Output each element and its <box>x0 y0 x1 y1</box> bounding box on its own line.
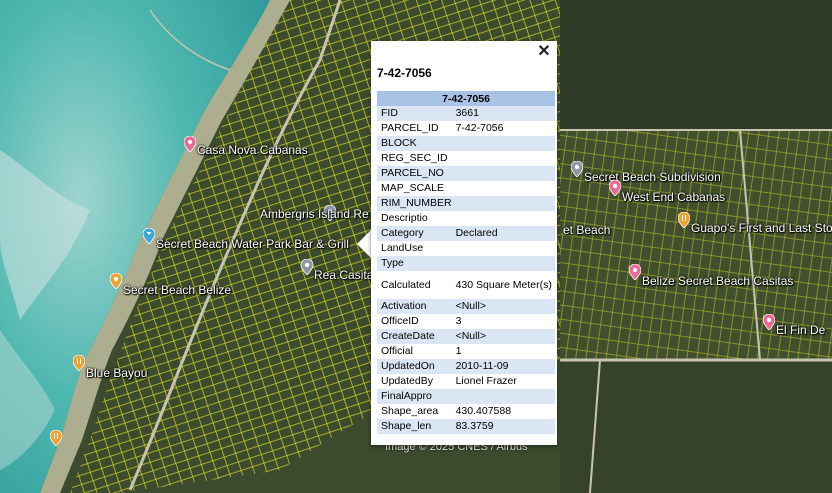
poi-label-ambergris[interactable]: Ambergris Island Re <box>260 207 369 221</box>
table-row: PARCEL_ID 7-42-7056 <box>377 121 555 136</box>
poi-label-el-fin[interactable]: El Fin De <box>776 323 825 337</box>
poi-label-secret-beach-subdivision[interactable]: Secret Beach Subdivision <box>584 170 721 184</box>
attr-key: Official <box>377 344 452 359</box>
attr-value: 7-42-7056 <box>451 121 555 136</box>
poi-label-blue-bayou[interactable]: Blue Bayou <box>86 366 147 380</box>
bar-pin-icon[interactable] <box>142 227 156 245</box>
attr-key: Shape_area <box>377 404 452 419</box>
attr-value: Lionel Frazer <box>451 374 555 389</box>
table-row: Activation <Null> <box>377 299 555 314</box>
table-row: REG_SEC_ID <box>377 151 555 166</box>
table-row: Official 1 <box>377 344 555 359</box>
popup-pointer <box>357 230 371 258</box>
poi-label-belize-secret-casitas[interactable]: Belize Secret Beach Casitas <box>642 274 793 288</box>
table-row: FinalAppro <box>377 389 555 404</box>
poi-label-water-park[interactable]: Secret Beach Water Park Bar & Grill <box>156 237 349 251</box>
restaurant-pin-icon[interactable] <box>677 211 691 229</box>
close-icon[interactable]: ✕ <box>535 43 553 61</box>
table-row: PARCEL_NO <box>377 166 555 181</box>
place-pin-icon[interactable] <box>300 258 314 276</box>
table-row: BLOCK <box>377 136 555 151</box>
hotel-pin-icon[interactable] <box>608 179 622 197</box>
table-row: Descriptio <box>377 211 555 226</box>
attraction-pin-icon[interactable] <box>109 272 123 290</box>
poi-label-secret-beach-belize[interactable]: Secret Beach Belize <box>123 283 231 297</box>
place-pin-icon[interactable] <box>570 160 584 178</box>
attr-key: Shape_len <box>377 419 452 434</box>
table-row: UpdatedBy Lionel Frazer <box>377 374 555 389</box>
attr-value: 3 <box>451 314 555 329</box>
attr-key: OfficeID <box>377 314 452 329</box>
attr-value <box>451 136 555 151</box>
restaurant-pin-icon[interactable] <box>72 354 86 372</box>
attr-value: 2010-11-09 <box>451 359 555 374</box>
hotel-pin-icon[interactable] <box>762 313 776 331</box>
hotel-pin-icon[interactable] <box>183 135 197 153</box>
attr-key: Category <box>377 226 452 241</box>
attr-key: PARCEL_ID <box>377 121 452 136</box>
table-row: Shape_area 430.407588 <box>377 404 555 419</box>
attr-key: RIM_NUMBER <box>377 196 452 211</box>
attr-value: 1 <box>451 344 555 359</box>
table-row: Calculated 430 Square Meter(s) <box>377 271 555 299</box>
popup-title: 7-42-7056 <box>377 66 432 80</box>
table-row: CreateDate <Null> <box>377 329 555 344</box>
attr-value: <Null> <box>451 299 555 314</box>
table-row: Type <box>377 256 555 271</box>
attr-key: MAP_SCALE <box>377 181 452 196</box>
parcel-info-popup: ✕ 7-42-7056 7-42-7056 FID 3661 PARCEL_ID 7… <box>371 41 557 445</box>
attr-value <box>451 389 555 404</box>
attr-value: 83.3759 <box>451 419 555 434</box>
attr-value: <Null> <box>451 329 555 344</box>
poi-label-casa-nova[interactable]: Casa Nova Cabanas <box>197 143 308 157</box>
attr-key: Calculated <box>377 271 452 299</box>
attr-value <box>451 256 555 271</box>
attr-value: 430.407588 <box>451 404 555 419</box>
attr-value <box>451 196 555 211</box>
attr-key: UpdatedBy <box>377 374 452 389</box>
poi-label-west-end-cabanas[interactable]: West End Cabanas <box>622 190 725 204</box>
table-row: Shape_len 83.3759 <box>377 419 555 434</box>
attr-key: FID <box>377 106 452 121</box>
table-row: RIM_NUMBER <box>377 196 555 211</box>
attr-value <box>451 241 555 256</box>
attr-key: LandUse <box>377 241 452 256</box>
attr-key: BLOCK <box>377 136 452 151</box>
attr-value <box>451 211 555 226</box>
table-row: OfficeID 3 <box>377 314 555 329</box>
attr-value: 430 Square Meter(s) <box>451 271 555 299</box>
hotel-pin-icon[interactable] <box>628 263 642 281</box>
poi-label-secret-beach-partial[interactable]: et Beach <box>563 223 610 237</box>
table-header: 7-42-7056 <box>377 91 555 106</box>
attr-value <box>451 151 555 166</box>
poi-label-rea-casita[interactable]: Rea Casita <box>314 268 373 282</box>
attr-value <box>451 166 555 181</box>
attr-key: CreateDate <box>377 329 452 344</box>
attr-key: Descriptio <box>377 211 452 226</box>
table-row: LandUse <box>377 241 555 256</box>
table-row: FID 3661 <box>377 106 555 121</box>
attribute-table: 7-42-7056 FID 3661 PARCEL_ID 7-42-7056 BLO… <box>377 91 555 434</box>
table-row: Category Declared <box>377 226 555 241</box>
table-row: UpdatedOn 2010-11-09 <box>377 359 555 374</box>
attr-key: PARCEL_NO <box>377 166 452 181</box>
attr-key: FinalAppro <box>377 389 452 404</box>
attr-value <box>451 181 555 196</box>
restaurant-pin-icon[interactable] <box>49 429 63 447</box>
attr-key: Activation <box>377 299 452 314</box>
attr-value: Declared <box>451 226 555 241</box>
attr-key: Type <box>377 256 452 271</box>
attr-key: UpdatedOn <box>377 359 452 374</box>
attr-key: REG_SEC_ID <box>377 151 452 166</box>
table-row: MAP_SCALE <box>377 181 555 196</box>
attr-value: 3661 <box>451 106 555 121</box>
poi-label-guapos[interactable]: Guapo's First and Last Sto <box>691 221 832 235</box>
